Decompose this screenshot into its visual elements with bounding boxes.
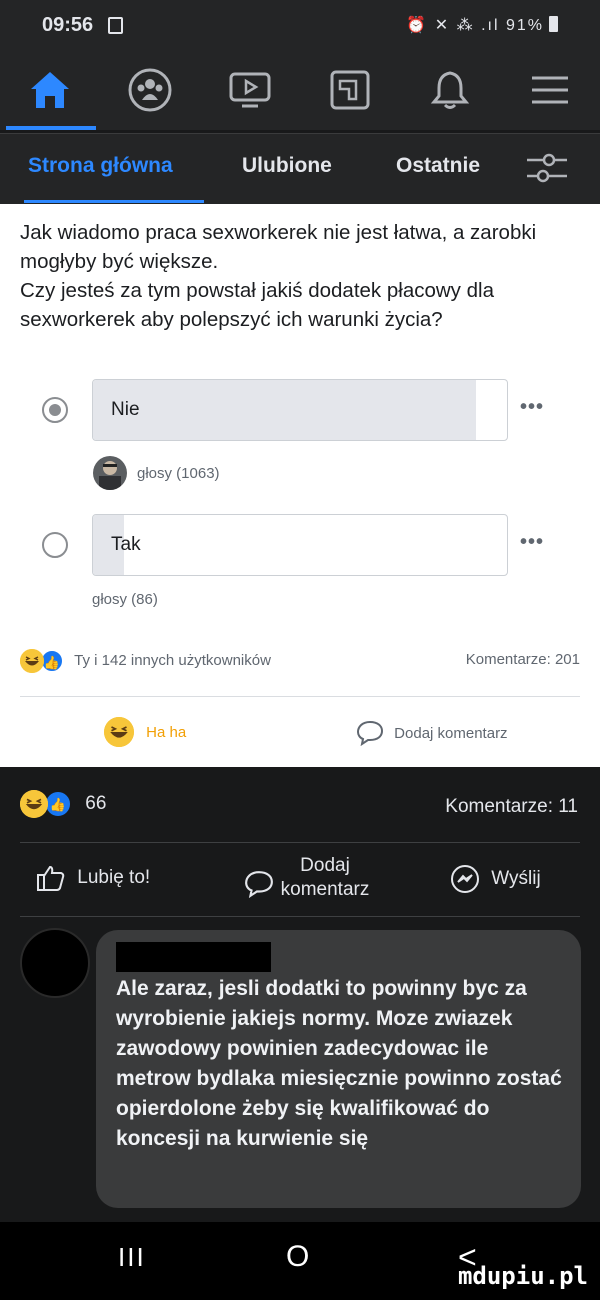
send-label: Wyślij bbox=[491, 868, 541, 889]
voter-avatar[interactable] bbox=[93, 456, 127, 490]
tab-favorites[interactable]: Ulubione bbox=[242, 154, 332, 178]
recent-apps-button[interactable]: III bbox=[118, 1242, 146, 1273]
tab-recent[interactable]: Ostatnie bbox=[396, 154, 480, 178]
comment-bubble: Ale zaraz, jesli dodatki to powinny byc … bbox=[96, 930, 581, 1208]
reactions-summary-row[interactable]: 👍 Ty i 142 innych użytkowników Komentarz… bbox=[20, 649, 580, 673]
poll-option-nie[interactable]: Nie bbox=[92, 379, 508, 441]
post2-comments-count[interactable]: Komentarze: 11 bbox=[445, 796, 578, 818]
like-label: Lubię to! bbox=[77, 867, 151, 888]
add-comment-label: Dodaj komentarz bbox=[394, 724, 508, 742]
system-navigation-bar: III O < mdupiu.pl bbox=[0, 1222, 600, 1300]
post2-divider-top bbox=[20, 842, 580, 843]
watch-icon bbox=[229, 72, 271, 108]
send-button[interactable]: Wyślij bbox=[450, 864, 541, 894]
commenter-avatar[interactable] bbox=[20, 928, 90, 998]
censored-author-name bbox=[116, 942, 271, 972]
poll-option-tak-votes[interactable]: głosy (86) bbox=[92, 591, 158, 608]
haha-reaction-icon bbox=[20, 649, 44, 673]
post2-reactions[interactable]: 👍 66 bbox=[20, 790, 106, 818]
notification-square-icon bbox=[108, 17, 123, 34]
comment-text: Ale zaraz, jesli dodatki to powinny byc … bbox=[116, 977, 562, 1150]
top-nav bbox=[0, 50, 600, 130]
thumbs-up-icon bbox=[37, 865, 65, 891]
home-nav-button[interactable] bbox=[0, 50, 100, 130]
add-comment-button[interactable]: Dodaj komentarz bbox=[356, 720, 508, 747]
watch-nav-button[interactable] bbox=[200, 50, 300, 130]
battery-percent: 91% bbox=[505, 17, 544, 34]
groups-nav-button[interactable] bbox=[100, 50, 200, 130]
filter-icon[interactable] bbox=[525, 152, 569, 184]
watermark: mdupiu.pl bbox=[457, 1262, 588, 1290]
home-button[interactable]: O bbox=[286, 1240, 309, 1274]
notifications-nav-button[interactable] bbox=[400, 50, 500, 130]
haha-label: Ha ha bbox=[146, 723, 187, 741]
bell-icon bbox=[430, 71, 470, 109]
tab-active-underline bbox=[24, 200, 204, 203]
pages-icon bbox=[330, 70, 370, 110]
status-signal-text: ⏰ ✕ ⁂ .ıl bbox=[406, 17, 500, 34]
reactions-text: Ty i 142 innych użytkowników bbox=[74, 651, 271, 669]
tab-home[interactable]: Strona główna bbox=[28, 154, 173, 178]
like-reaction-icon-2: 👍 bbox=[44, 790, 72, 818]
post2-comment-label: Dodaj komentarz bbox=[280, 855, 370, 900]
post2-divider-bottom bbox=[20, 916, 580, 917]
messenger-icon bbox=[451, 865, 479, 893]
poll-option-nie-label: Nie bbox=[111, 399, 140, 420]
status-time: 09:56 bbox=[42, 14, 94, 36]
poll-question: Jak wiadomo praca sexworkerek nie jest ł… bbox=[20, 221, 537, 331]
radio-option-tak[interactable] bbox=[42, 532, 68, 558]
shared-post-section: 👍 66 Komentarze: 11 Lubię to! Dodaj kome… bbox=[0, 768, 600, 1220]
poll-option-nie-fill bbox=[93, 380, 476, 440]
poll-option-nie-votes[interactable]: głosy (1063) bbox=[137, 465, 220, 482]
haha-icon bbox=[104, 717, 134, 747]
haha-reaction-icon-2 bbox=[20, 790, 48, 818]
poll-option-tak-more-button[interactable]: ••• bbox=[520, 531, 544, 554]
haha-react-button[interactable]: Ha ha bbox=[104, 717, 186, 747]
groups-icon bbox=[128, 68, 172, 112]
poll-post-card: Jak wiadomo praca sexworkerek nie jest ł… bbox=[0, 204, 600, 767]
hamburger-menu-icon bbox=[532, 76, 568, 104]
poll-option-nie-more-button[interactable]: ••• bbox=[520, 396, 544, 419]
status-icons: ⏰ ✕ ⁂ .ıl 91% bbox=[406, 15, 544, 35]
radio-option-nie[interactable] bbox=[42, 397, 68, 423]
post-actions-divider bbox=[20, 696, 580, 697]
nav-active-indicator bbox=[6, 126, 96, 130]
pages-nav-button[interactable] bbox=[300, 50, 400, 130]
post2-reactions-count: 66 bbox=[85, 793, 107, 814]
battery-icon bbox=[549, 16, 558, 32]
comment-bubble-icon bbox=[356, 720, 384, 747]
poll-option-tak[interactable]: Tak bbox=[92, 514, 508, 576]
like-button[interactable]: Lubię to! bbox=[36, 864, 150, 892]
feed-tabs: Strona główna Ulubione Ostatnie bbox=[0, 133, 600, 204]
voter-avatar-image bbox=[99, 461, 121, 490]
status-bar: 09:56 ⏰ ✕ ⁂ .ıl 91% bbox=[0, 0, 600, 50]
home-icon bbox=[31, 72, 69, 108]
comments-count[interactable]: Komentarze: 201 bbox=[466, 651, 580, 668]
poll-option-tak-label: Tak bbox=[111, 534, 141, 555]
menu-nav-button[interactable] bbox=[500, 50, 600, 130]
